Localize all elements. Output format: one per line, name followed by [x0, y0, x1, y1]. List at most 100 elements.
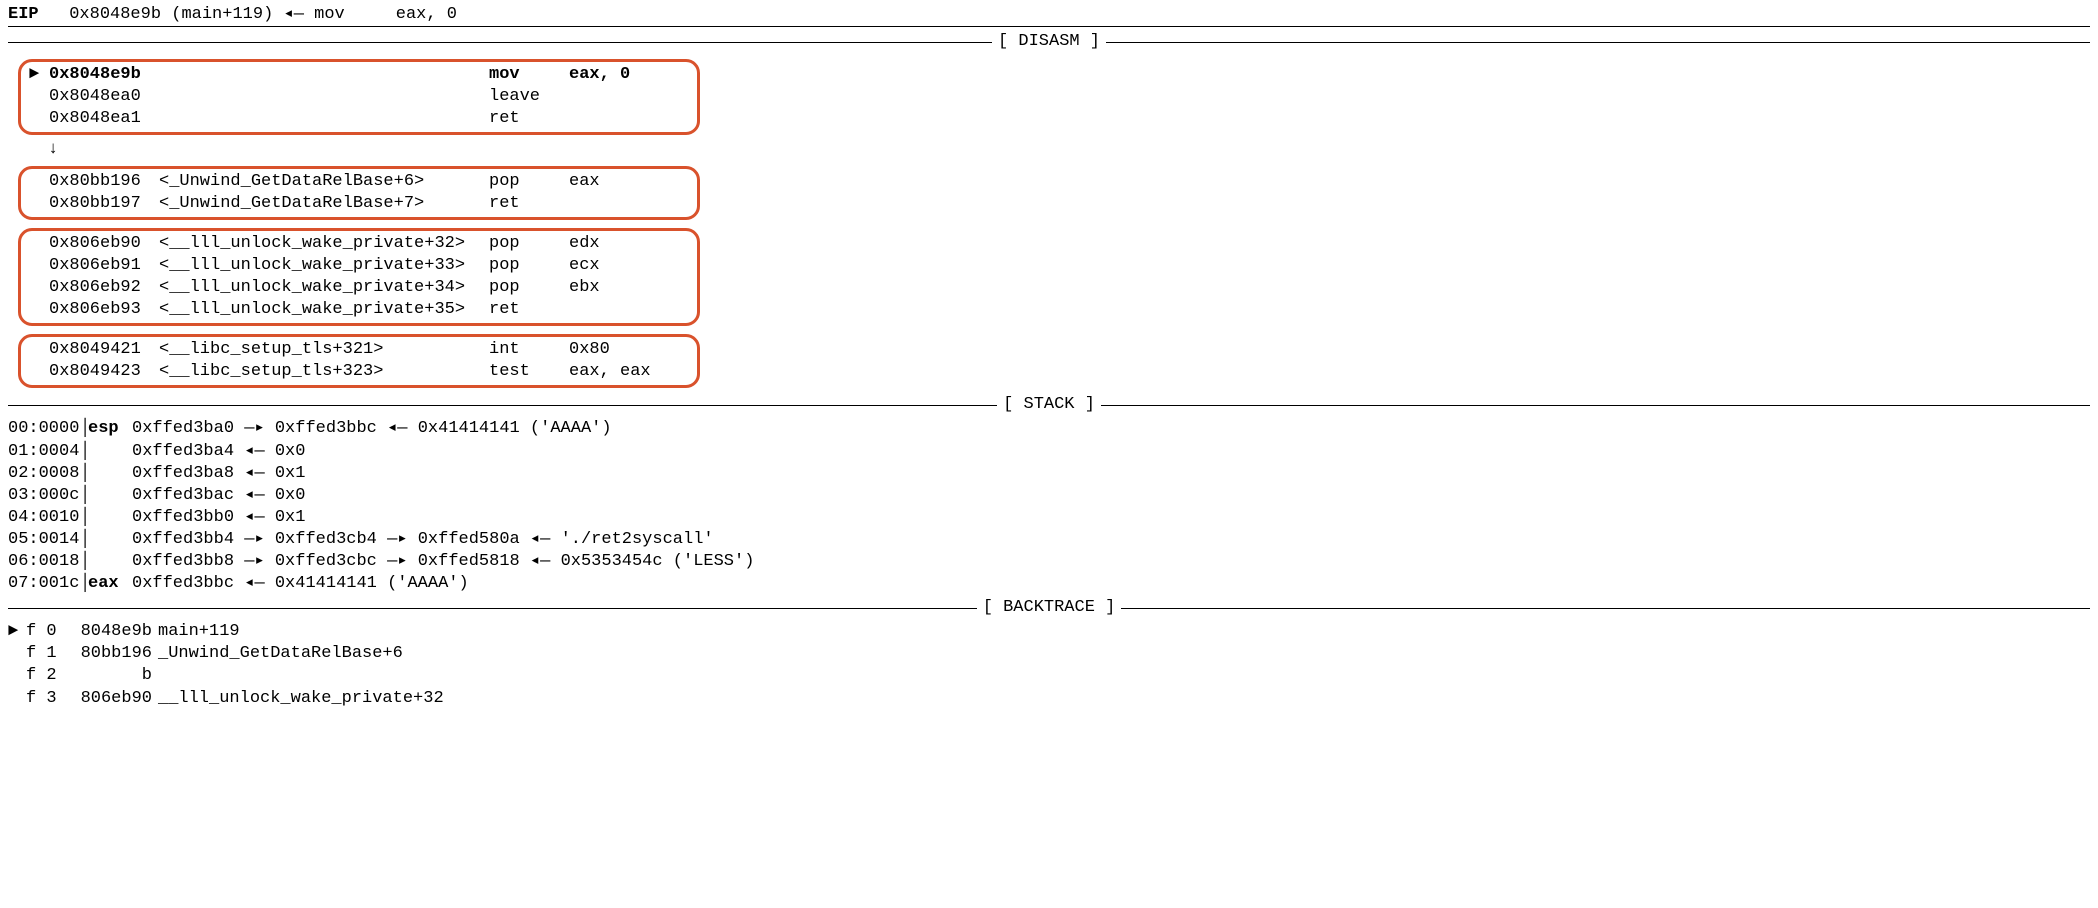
disasm-block: 0x806eb90<__lll_unlock_wake_private+32>p…: [18, 228, 700, 326]
disasm-block: 0x80bb196<_Unwind_GetDataRelBase+6>popea…: [18, 166, 700, 220]
disasm-row: 0x806eb91<__lll_unlock_wake_private+33>p…: [29, 255, 689, 277]
stack-value: 0xffed3ba4 ◂— 0x0: [132, 441, 305, 463]
stack-register: [88, 463, 132, 485]
disasm-symbol: [159, 108, 489, 130]
stack-register: [88, 529, 132, 551]
stack-index: 06:0018: [8, 551, 80, 573]
frame-addr: 80bb196: [62, 643, 158, 665]
stack-row: 04:0010│ 0xffed3bb0 ◂— 0x1: [8, 507, 2090, 529]
disasm-symbol: <__libc_setup_tls+323>: [159, 361, 489, 383]
stack-index: 01:0004: [8, 441, 80, 463]
stack-value: 0xffed3ba0 —▸ 0xffed3bbc ◂— 0x41414141 (…: [132, 418, 612, 440]
disasm-mnemonic: ret: [489, 299, 569, 321]
disasm-block: ►0x8048e9bmoveax, 00x8048ea0leave0x8048e…: [18, 59, 700, 135]
frame-label: f 0: [26, 621, 62, 643]
disasm-addr: 0x8048ea0: [49, 86, 159, 108]
current-arrow-icon: ►: [8, 621, 26, 643]
stack-bar-icon: │: [80, 573, 88, 595]
current-arrow-icon: [8, 688, 26, 710]
stack-bar-icon: │: [80, 485, 88, 507]
stack-register: [88, 551, 132, 573]
stack-row: 06:0018│0xffed3bb8 —▸ 0xffed3cbc —▸ 0xff…: [8, 551, 2090, 573]
stack-row: 02:0008│0xffed3ba8 ◂— 0x1: [8, 463, 2090, 485]
disasm-addr: 0x80bb197: [49, 193, 159, 215]
current-arrow-icon: [29, 233, 49, 255]
frame-addr: b: [62, 665, 158, 687]
frame-addr: 806eb90: [62, 688, 158, 710]
stack-index: 07:001c: [8, 573, 80, 595]
disasm-addr: 0x80bb196: [49, 171, 159, 193]
disasm-addr: 0x806eb93: [49, 299, 159, 321]
disasm-symbol: <_Unwind_GetDataRelBase+6>: [159, 171, 489, 193]
stack-panel: 00:0000│esp0xffed3ba0 —▸ 0xffed3bbc ◂— 0…: [8, 418, 2090, 595]
stack-row: 03:000c│0xffed3bac ◂— 0x0: [8, 485, 2090, 507]
current-arrow-icon: [29, 255, 49, 277]
section-label-disasm: [ DISASM ]: [992, 31, 1106, 53]
register-header: EIP 0x8048e9b (main+119) ◂— mov eax, 0: [8, 4, 2090, 27]
disasm-mnemonic: leave: [489, 86, 569, 108]
frame-symbol: _Unwind_GetDataRelBase+6: [158, 643, 403, 665]
disasm-addr: 0x8049421: [49, 339, 159, 361]
disasm-mnemonic: pop: [489, 233, 569, 255]
disasm-addr: 0x806eb91: [49, 255, 159, 277]
disasm-mnemonic: mov: [489, 64, 569, 86]
current-arrow-icon: [29, 277, 49, 299]
sep-line: [8, 405, 997, 406]
current-arrow-icon: [29, 193, 49, 215]
disasm-operands: edx: [569, 233, 600, 255]
current-arrow-icon: [8, 643, 26, 665]
backtrace-panel: ►f 08048e9bmain+119f 180bb196_Unwind_Get…: [8, 621, 2090, 709]
stack-value: 0xffed3bb0 ◂— 0x1: [132, 507, 305, 529]
disasm-operands: ecx: [569, 255, 600, 277]
stack-index: 04:0010: [8, 507, 80, 529]
frame-symbol: __lll_unlock_wake_private+32: [158, 688, 444, 710]
disasm-operands: ebx: [569, 277, 600, 299]
disasm-row: 0x8048ea0 leave: [29, 86, 689, 108]
disasm-addr: 0x8048e9b: [49, 64, 159, 86]
disasm-symbol: [159, 86, 489, 108]
stack-register: [88, 441, 132, 463]
backtrace-row: f 2b: [8, 665, 2090, 687]
arrow-left-icon: ◂—: [283, 5, 303, 24]
stack-bar-icon: │: [80, 507, 88, 529]
disasm-addr: 0x8049423: [49, 361, 159, 383]
stack-row: 00:0000│esp0xffed3ba0 —▸ 0xffed3bbc ◂— 0…: [8, 418, 2090, 440]
frame-label: f 1: [26, 643, 62, 665]
section-sep-disasm: [ DISASM ]: [8, 31, 2090, 53]
disasm-row: 0x806eb92<__lll_unlock_wake_private+34>p…: [29, 277, 689, 299]
reg-loc: (main+119): [171, 5, 273, 24]
sep-line: [1106, 42, 2090, 43]
sep-line: [8, 608, 977, 609]
frame-symbol: main+119: [158, 621, 240, 643]
frame-label: f 3: [26, 688, 62, 710]
disasm-symbol: <__libc_setup_tls+321>: [159, 339, 489, 361]
stack-index: 05:0014: [8, 529, 80, 551]
disasm-row: 0x806eb90<__lll_unlock_wake_private+32>p…: [29, 233, 689, 255]
current-arrow-icon: [29, 171, 49, 193]
sep-line: [1101, 405, 2090, 406]
stack-value: 0xffed3bb8 —▸ 0xffed3cbc —▸ 0xffed5818 ◂…: [132, 551, 754, 573]
disasm-symbol: <_Unwind_GetDataRelBase+7>: [159, 193, 489, 215]
disasm-row: ►0x8048e9bmoveax, 0: [29, 64, 689, 86]
disasm-symbol: <__lll_unlock_wake_private+34>: [159, 277, 489, 299]
stack-value: 0xffed3bac ◂— 0x0: [132, 485, 305, 507]
disasm-row: 0x8048ea1ret: [29, 108, 689, 130]
current-arrow-icon: [8, 665, 26, 687]
section-label-stack: [ STACK ]: [997, 394, 1101, 416]
stack-index: 00:0000: [8, 418, 80, 440]
frame-label: f 2: [26, 665, 62, 687]
disasm-operands: eax, eax: [569, 361, 651, 383]
disasm-addr: 0x806eb92: [49, 277, 159, 299]
disasm-mnemonic: test: [489, 361, 569, 383]
disasm-row: 0x8049421<__libc_setup_tls+321>int0x80: [29, 339, 689, 361]
disasm-mnemonic: pop: [489, 277, 569, 299]
reg-ops: eax, 0: [396, 5, 457, 24]
disasm-operands: eax, 0: [569, 64, 630, 86]
disasm-operands: 0x80: [569, 339, 610, 361]
flow-arrow-down-icon: ↓: [48, 139, 2090, 161]
disasm-row: 0x806eb93<__lll_unlock_wake_private+35>r…: [29, 299, 689, 321]
disasm-symbol: <__lll_unlock_wake_private+35>: [159, 299, 489, 321]
stack-index: 02:0008: [8, 463, 80, 485]
disasm-block: 0x8049421<__libc_setup_tls+321>int0x800x…: [18, 334, 700, 388]
backtrace-row: ►f 08048e9bmain+119: [8, 621, 2090, 643]
